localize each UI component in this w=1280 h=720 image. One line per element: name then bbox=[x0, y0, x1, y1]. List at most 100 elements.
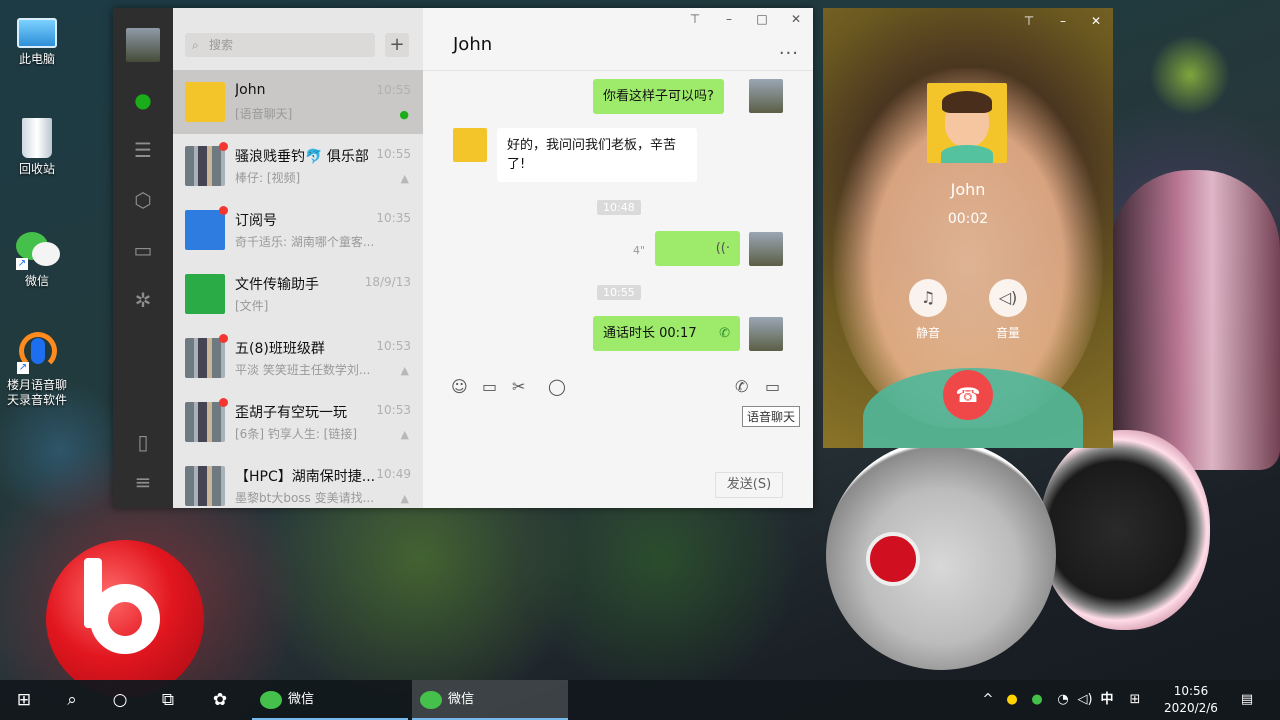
speaker-icon[interactable]: ◁) bbox=[1074, 680, 1096, 720]
conversation-preview: [文件] bbox=[235, 299, 269, 313]
minimize-icon[interactable]: – bbox=[719, 12, 739, 26]
tooltip: 语音聊天 bbox=[742, 406, 801, 427]
send-button[interactable]: 发送(S) bbox=[715, 472, 783, 498]
minimize-icon[interactable]: – bbox=[1053, 14, 1073, 28]
mute-bell-icon: ▲ bbox=[400, 172, 409, 185]
conversation-item[interactable]: 骚浪贱垂钓🐬 俱乐部 棒仔: [视频] 10:55 ▲ bbox=[173, 134, 423, 198]
avatar bbox=[185, 210, 225, 250]
conversation-name: 歪胡子有空玩一玩 bbox=[235, 405, 347, 421]
video-call-icon[interactable]: ▭ bbox=[765, 377, 780, 396]
add-button[interactable]: + bbox=[385, 33, 409, 57]
tray-app-icon[interactable]: ● bbox=[1001, 680, 1023, 720]
phone-icon[interactable]: ▯ bbox=[131, 430, 155, 454]
app-icon[interactable]: ✿ bbox=[196, 680, 244, 720]
speaker-icon: ◁) bbox=[998, 288, 1018, 307]
call-record-bubble[interactable]: 通话时长 00:17 ✆ bbox=[593, 316, 740, 351]
headphone-right-ear bbox=[1040, 430, 1210, 630]
conversation-time: 10:55 bbox=[376, 147, 411, 161]
wechat-icon bbox=[260, 691, 282, 709]
beats-logo-large bbox=[46, 540, 204, 698]
phone-icon: ✆ bbox=[719, 326, 730, 341]
wechat-icon: ↗ bbox=[14, 226, 60, 270]
avatar[interactable] bbox=[749, 79, 783, 113]
conversation-item[interactable]: 订阅号 奇千适乐: 湖南哪个童客... 10:35 bbox=[173, 198, 423, 262]
chat-history-icon[interactable]: ◯ bbox=[548, 377, 566, 396]
notification-icon[interactable]: ▤ bbox=[1236, 680, 1258, 720]
desktop-icon-recorder[interactable]: ↗ 楼月语音聊天录音软件 bbox=[4, 330, 70, 408]
conversation-name: 订阅号 bbox=[235, 213, 277, 229]
desktop-icon-label: 楼月语音聊天录音软件 bbox=[6, 378, 67, 407]
clock[interactable]: 10:56 2020/2/6 bbox=[1148, 683, 1234, 717]
conversation-time: 10:53 bbox=[376, 339, 411, 353]
keyboard-icon[interactable]: ⊞ bbox=[1124, 680, 1146, 720]
volume-button[interactable]: ◁) bbox=[989, 279, 1027, 317]
conversation-preview: 棒仔: [视频] bbox=[235, 171, 301, 185]
close-icon[interactable]: ✕ bbox=[786, 12, 806, 26]
moments-icon[interactable]: ✲ bbox=[131, 288, 155, 312]
conversation-item[interactable]: 歪胡子有空玩一玩 [6条] 钓享人生: [链接] 10:53 ▲ bbox=[173, 390, 423, 454]
search-icon[interactable]: ⌕ bbox=[48, 680, 96, 720]
headphone-band bbox=[1110, 170, 1280, 470]
message-bubble-received[interactable]: 好的，我问问我们老板，辛苦了! bbox=[497, 128, 697, 182]
menu-icon[interactable]: ≡ bbox=[131, 470, 155, 494]
emoji-icon[interactable]: ☺ bbox=[451, 377, 468, 396]
search-input[interactable]: ⌕ 搜索 bbox=[185, 33, 375, 57]
voice-duration: 4" bbox=[633, 244, 646, 257]
scissors-icon[interactable]: ✂ bbox=[512, 377, 525, 396]
pin-icon[interactable]: ⊤ bbox=[685, 12, 705, 26]
avatar bbox=[185, 146, 225, 186]
recycle-bin-icon bbox=[22, 118, 52, 158]
pin-icon[interactable]: ⊤ bbox=[1019, 14, 1039, 28]
cube-icon[interactable]: ⬡ bbox=[131, 188, 155, 212]
avatar[interactable] bbox=[749, 232, 783, 266]
more-button[interactable]: ... bbox=[779, 38, 799, 59]
folder-icon[interactable]: ▭ bbox=[482, 377, 497, 396]
ime-indicator[interactable]: 中 bbox=[1096, 680, 1118, 720]
conversation-item[interactable]: 五(8)班班级群 平淡 笑笑班主任数学刘... 10:53 ▲ bbox=[173, 326, 423, 390]
desktop-icon-wechat[interactable]: ↗ 微信 bbox=[4, 226, 70, 289]
conversation-preview: [6条] 钓享人生: [链接] bbox=[235, 427, 358, 441]
desktop-icon-recycle-bin[interactable]: 回收站 bbox=[4, 118, 70, 177]
conversation-name: 五(8)班班级群 bbox=[235, 341, 325, 357]
wechat-window: ● ☰ ⬡ ▭ ✲ ▯ ≡ ⌕ 搜索 + John [语音聊天] 10:55 ●… bbox=[113, 8, 813, 508]
avatar[interactable] bbox=[453, 128, 487, 162]
avatar bbox=[185, 338, 225, 378]
avatar[interactable] bbox=[749, 317, 783, 351]
start-windows-icon[interactable]: ⊞ bbox=[0, 680, 48, 720]
wechat-icon bbox=[420, 691, 442, 709]
search-placeholder: 搜索 bbox=[209, 38, 234, 52]
conversation-preview: 墨黎bt大boss 变美请找... bbox=[235, 491, 375, 505]
microphone-icon: ● bbox=[399, 108, 409, 121]
network-icon[interactable]: ◔ bbox=[1052, 680, 1074, 720]
avatar bbox=[185, 82, 225, 122]
search-icon: ⌕ bbox=[192, 38, 199, 52]
contacts-icon[interactable]: ☰ bbox=[131, 138, 155, 162]
my-avatar[interactable] bbox=[126, 28, 160, 62]
voice-call-icon[interactable]: ✆ bbox=[735, 377, 748, 396]
cortana-icon[interactable]: ○ bbox=[96, 680, 144, 720]
hang-up-button[interactable]: ☎ bbox=[943, 370, 993, 420]
taskbar-app-wechat[interactable]: 微信 bbox=[252, 680, 408, 720]
taskbar: ⊞ ⌕ ○ ⧉ ✿ 微信 微信 ^ ● ● ◔ ◁) 中 ⊞ 10:56 202… bbox=[0, 680, 1280, 720]
close-icon[interactable]: ✕ bbox=[1086, 14, 1106, 28]
chat-bubble-icon[interactable]: ● bbox=[131, 88, 155, 112]
chevron-up-icon[interactable]: ^ bbox=[978, 680, 998, 720]
conversation-item[interactable]: John [语音聊天] 10:55 ● bbox=[173, 70, 423, 134]
wechat-icon[interactable]: ● bbox=[1026, 680, 1048, 720]
nav-sidebar: ● ☰ ⬡ ▭ ✲ ▯ ≡ bbox=[113, 8, 173, 508]
conversation-time: 10:35 bbox=[376, 211, 411, 225]
desktop-icon-this-pc[interactable]: 此电脑 bbox=[4, 10, 70, 67]
task-view-icon[interactable]: ⧉ bbox=[144, 680, 192, 720]
taskbar-app-wechat-call[interactable]: 微信 bbox=[412, 680, 568, 720]
conversation-item[interactable]: 文件传输助手 [文件] 18/9/13 bbox=[173, 262, 423, 326]
maximize-icon[interactable]: □ bbox=[752, 12, 772, 26]
unread-dot bbox=[219, 334, 228, 343]
call-duration: 00:02 bbox=[947, 211, 989, 227]
folder-icon[interactable]: ▭ bbox=[131, 238, 155, 262]
mute-button[interactable]: ♫ bbox=[909, 279, 947, 317]
conversation-item[interactable]: 【HPC】湖南保时捷... 墨黎bt大boss 变美请找... 10:49 ▲ bbox=[173, 454, 423, 508]
message-bubble-sent[interactable]: 你看这样子可以吗? bbox=[593, 79, 724, 114]
voice-message-bubble[interactable]: ((· bbox=[655, 231, 740, 266]
caller-name: John bbox=[950, 180, 986, 199]
desktop-icon-label: 此电脑 bbox=[18, 52, 55, 66]
